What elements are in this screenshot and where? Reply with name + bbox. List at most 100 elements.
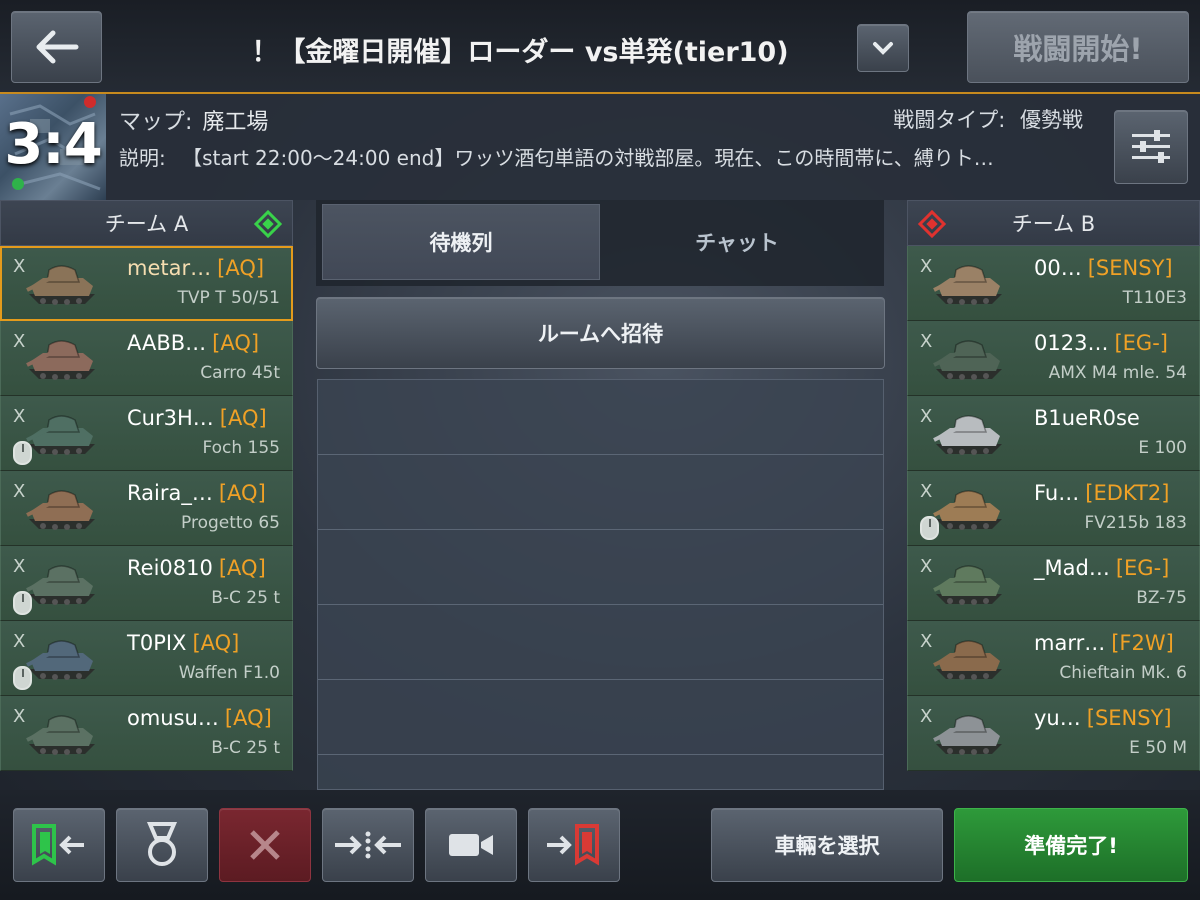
team-a-panel: チーム A Xmetar… [AQ] TVP T 50/51 X AABB… [AQ] Ca… [0, 200, 293, 771]
medal-button[interactable] [116, 808, 208, 882]
sliders-icon [1132, 130, 1170, 163]
back-button[interactable] [11, 11, 102, 83]
map-label: マップ: [119, 110, 193, 135]
room-description: 説明: 【start 22:00〜24:00 end】ワッツ酒匂単語の対戦部屋。… [119, 142, 1079, 171]
tank-icon [26, 415, 95, 455]
tank-icon [933, 640, 1002, 680]
player-nickname: T0PIX [127, 631, 187, 655]
join-team-green-icon [32, 824, 84, 866]
player-row[interactable]: X AABB… [AQ] Carro 45t [0, 321, 293, 396]
queue-list [317, 379, 884, 790]
clan-tag: [AQ] [212, 331, 260, 355]
room-dropdown-button[interactable] [857, 24, 909, 72]
tank-icon [933, 565, 1002, 605]
queue-slot [318, 605, 883, 680]
tank-icon [26, 490, 95, 530]
clan-tag: [AQ] [219, 406, 267, 430]
swap-teams-button[interactable] [322, 808, 414, 882]
start-battle-button[interactable]: 戦闘開始! [967, 11, 1189, 83]
clan-tag: [SENSY] [1087, 256, 1173, 280]
queue-slot [318, 530, 883, 605]
player-row[interactable]: X Raira_… [AQ] Progetto 65 [0, 471, 293, 546]
spectate-button[interactable] [425, 808, 517, 882]
move-to-team-b-button[interactable] [528, 808, 620, 882]
invite-to-room-button[interactable]: ルームへ招待 [316, 297, 885, 369]
player-row[interactable]: Xyu… [SENSY] E 50 M [907, 696, 1200, 771]
player-row[interactable]: Xmarr… [F2W] Chieftain Mk. 6 [907, 621, 1200, 696]
player-name: AABB… [AQ] [127, 331, 259, 355]
clan-tag: [AQ] [218, 481, 266, 505]
map-thumbnail[interactable]: 3:4 [0, 94, 106, 200]
battle-type-label: 戦闘タイプ: [893, 108, 1006, 132]
player-nickname: omusu… [127, 706, 219, 730]
team-a-name: チーム A [104, 212, 189, 236]
player-row[interactable]: Xmetar… [AQ] TVP T 50/51 [0, 246, 293, 321]
player-name: T0PIX [AQ] [127, 631, 239, 655]
tank-name: B-C 25 t [211, 588, 280, 608]
mouse-icon [13, 666, 32, 690]
player-row[interactable]: Xomusu… [AQ] B-C 25 t [0, 696, 293, 771]
kick-button[interactable] [219, 808, 311, 882]
map-name: マップ: 廃工場 [119, 104, 268, 136]
battle-type: 戦闘タイプ: 優勢戦 [893, 104, 1083, 134]
tab-queue[interactable]: 待機列 [322, 204, 600, 280]
arrow-left-icon [36, 30, 78, 64]
tank-icon [933, 265, 1002, 305]
tank-name: B-C 25 t [211, 738, 280, 758]
tank-icon [933, 340, 1002, 380]
video-camera-icon [449, 834, 493, 856]
player-name: yu… [SENSY] [1034, 706, 1172, 730]
tank-name: Waffen F1.0 [178, 663, 280, 683]
player-row[interactable]: X 00… [SENSY] T110E3 [907, 246, 1200, 321]
select-vehicle-button[interactable]: 車輛を選択 [711, 808, 943, 882]
clan-tag: [EDKT2] [1085, 481, 1170, 505]
clan-tag: [EG-] [1114, 331, 1168, 355]
player-name: 0123… [EG-] [1034, 331, 1168, 355]
player-name: B1ueR0se [1034, 406, 1146, 430]
tank-name: AMX M4 mle. 54 [1048, 363, 1187, 383]
player-name: _Mad… [EG-] [1034, 556, 1169, 580]
close-icon [250, 830, 280, 860]
room-title: ！【金曜日開催】ローダー vs単発(tier10) [251, 37, 789, 68]
clan-tag: [AQ] [192, 631, 240, 655]
player-nickname: 0123… [1034, 331, 1109, 355]
player-nickname: metar… [127, 256, 212, 280]
team-b-base-icon [917, 209, 947, 239]
player-row[interactable]: X Cur3H… [AQ] Foch 155 [0, 396, 293, 471]
mouse-icon [13, 591, 32, 615]
team-score: 3:4 [4, 112, 102, 177]
tank-icon [26, 340, 95, 380]
chevron-down-icon [873, 42, 893, 55]
player-row[interactable]: X _Mad… [EG-] BZ-75 [907, 546, 1200, 621]
tank-icon [933, 715, 1002, 755]
team-a-base-icon [253, 209, 283, 239]
player-row[interactable]: X 0123… [EG-] AMX M4 mle. 54 [907, 321, 1200, 396]
player-name: omusu… [AQ] [127, 706, 272, 730]
mouse-icon [13, 441, 32, 465]
player-row[interactable]: X T0PIX [AQ] Waffen F1.0 [0, 621, 293, 696]
clan-tag: [AQ] [218, 556, 266, 580]
player-nickname: marr… [1034, 631, 1106, 655]
player-row[interactable]: X Rei0810 [AQ] B-C 25 t [0, 546, 293, 621]
tab-chat[interactable]: チャット [598, 204, 876, 280]
tank-icon [933, 415, 1002, 455]
clan-tag: [EG-] [1115, 556, 1170, 580]
player-row[interactable]: X Fu… [EDKT2] FV215b 183 [907, 471, 1200, 546]
player-nickname: Fu… [1034, 481, 1080, 505]
tank-name: T110E3 [1122, 288, 1187, 308]
tank-icon [933, 490, 1002, 530]
clan-tag: [SENSY] [1086, 706, 1172, 730]
move-to-team-a-button[interactable] [13, 808, 105, 882]
team-b-name: チーム B [1011, 212, 1096, 236]
ready-button[interactable]: 準備完了! [954, 808, 1188, 882]
clan-tag: [AQ] [217, 256, 265, 280]
tank-name: E 50 M [1129, 738, 1187, 758]
middle-tabs: 待機列 チャット [316, 200, 884, 286]
player-name: Rei0810 [AQ] [127, 556, 266, 580]
player-name: marr… [F2W] [1034, 631, 1174, 655]
player-row[interactable]: X B1ueR0se E 100 [907, 396, 1200, 471]
room-settings-button[interactable] [1114, 110, 1188, 184]
tank-name: Foch 155 [202, 438, 280, 458]
player-nickname: Rei0810 [127, 556, 213, 580]
description-text: 【start 22:00〜24:00 end】ワッツ酒匂単語の対戦部屋。現在、こ… [182, 146, 994, 170]
